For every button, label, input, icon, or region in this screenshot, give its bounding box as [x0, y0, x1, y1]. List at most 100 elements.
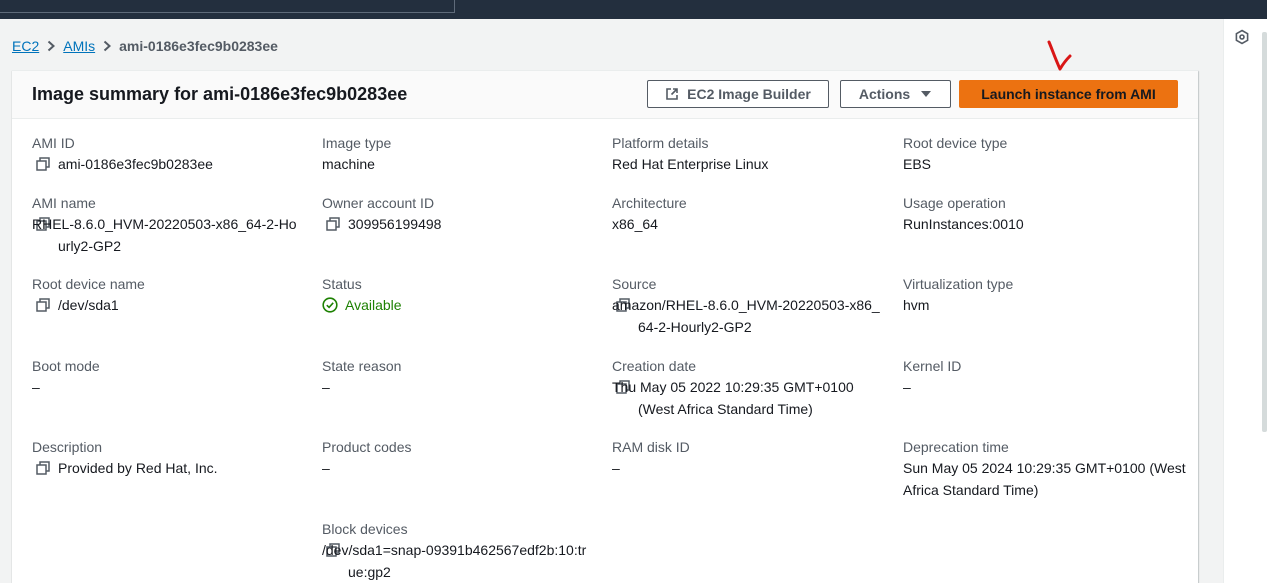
actions-dropdown[interactable]: Actions	[840, 80, 951, 108]
top-bar	[0, 0, 1267, 19]
field-usage-operation: Usage operation RunInstances:0010	[903, 193, 1173, 235]
description-value: Provided by Red Hat, Inc.	[58, 460, 218, 476]
hexagon-icon[interactable]	[1234, 29, 1250, 45]
ami-id-value: ami-0186e3fec9b0283ee	[58, 156, 213, 172]
launch-instance-label: Launch instance from AMI	[981, 86, 1156, 102]
kernel-id-label: Kernel ID	[903, 358, 962, 374]
field-platform-details: Platform details Red Hat Enterprise Linu…	[612, 133, 882, 175]
owner-account-id-value-row: 309956199498	[322, 213, 592, 235]
browser-tab-edge	[0, 0, 455, 13]
creation-date-label: Creation date	[612, 358, 697, 374]
ami-name-value-row: RHEL-8.6.0_HVM-20220503-x86_64-2-Hourly2…	[32, 213, 302, 257]
block-devices-value-row: /dev/sda1=snap-09391b462567edf2b:10:true…	[322, 539, 592, 583]
deprecation-time-value: Sun May 05 2024 10:29:35 GMT+0100 (West …	[903, 460, 1186, 498]
description-label: Description	[32, 439, 103, 455]
creation-date-value: Thu May 05 2022 10:29:35 GMT+0100 (West …	[612, 379, 854, 417]
right-tools-rail	[1223, 19, 1267, 583]
source-value: amazon/RHEL-8.6.0_HVM-20220503-x86_64-2-…	[612, 297, 880, 335]
ram-disk-id-value: –	[612, 460, 620, 476]
product-codes-label: Product codes	[322, 439, 412, 455]
virtualization-type-value: hvm	[903, 297, 930, 313]
field-kernel-id: Kernel ID –	[903, 356, 1173, 398]
root-device-type-value: EBS	[903, 156, 932, 172]
field-state-reason: State reason –	[322, 356, 592, 398]
page-title: Image summary for ami-0186e3fec9b0283ee	[32, 84, 408, 104]
root-device-name-label: Root device name	[32, 276, 145, 292]
deprecation-time-label: Deprecation time	[903, 439, 1009, 455]
field-architecture: Architecture x86_64	[612, 193, 882, 235]
status-label: Status	[322, 276, 362, 292]
ami-name-value: RHEL-8.6.0_HVM-20220503-x86_64-2-Hourly2…	[32, 216, 297, 254]
status-badge: Available	[322, 294, 592, 316]
field-ami-id: AMI ID ami-0186e3fec9b0283ee	[32, 133, 302, 175]
platform-details-value: Red Hat Enterprise Linux	[612, 156, 769, 172]
root-device-name-value: /dev/sda1	[58, 297, 119, 313]
chevron-right-icon	[39, 36, 63, 56]
breadcrumb-amis-link[interactable]: AMIs	[63, 38, 95, 54]
virtualization-type-label: Virtualization type	[903, 276, 1014, 292]
ami-id-label: AMI ID	[32, 135, 75, 151]
launch-instance-button[interactable]: Launch instance from AMI	[959, 80, 1178, 108]
copy-icon[interactable]	[326, 217, 340, 231]
ami-name-label: AMI name	[32, 195, 96, 211]
usage-operation-value: RunInstances:0010	[903, 216, 1024, 232]
scrollbar[interactable]	[1262, 32, 1267, 432]
platform-details-label: Platform details	[612, 135, 709, 151]
field-image-type: Image type machine	[322, 133, 592, 175]
field-block-devices: Block devices /dev/sda1=snap-09391b46256…	[322, 519, 592, 583]
field-creation-date: Creation date Thu May 05 2022 10:29:35 G…	[612, 356, 882, 420]
field-deprecation-time: Deprecation time Sun May 05 2024 10:29:3…	[903, 437, 1193, 501]
field-status: Status Available	[322, 274, 592, 316]
field-owner-account-id: Owner account ID 309956199498	[322, 193, 592, 235]
creation-date-value-row: Thu May 05 2022 10:29:35 GMT+0100 (West …	[612, 376, 882, 420]
breadcrumb-ec2-link[interactable]: EC2	[12, 38, 39, 54]
boot-mode-label: Boot mode	[32, 358, 100, 374]
field-boot-mode: Boot mode –	[32, 356, 302, 398]
owner-account-id-label: Owner account ID	[322, 195, 435, 211]
owner-account-id-value: 309956199498	[348, 216, 442, 232]
field-source: Source amazon/RHEL-8.6.0_HVM-20220503-x8…	[612, 274, 882, 338]
actions-label: Actions	[858, 86, 911, 102]
product-codes-value: –	[322, 460, 330, 476]
image-type-label: Image type	[322, 135, 392, 151]
field-description: Description Provided by Red Hat, Inc.	[32, 437, 302, 479]
field-root-device-type: Root device type EBS	[903, 133, 1173, 175]
external-link-icon	[666, 88, 678, 100]
ec2-image-builder-button[interactable]: EC2 Image Builder	[647, 80, 829, 108]
boot-mode-value: –	[32, 379, 40, 395]
image-summary-panel: Image summary for ami-0186e3fec9b0283ee …	[12, 70, 1198, 583]
ami-id-value-row: ami-0186e3fec9b0283ee	[32, 153, 302, 175]
field-ami-name: AMI name RHEL-8.6.0_HVM-20220503-x86_64-…	[32, 193, 302, 257]
field-root-device-name: Root device name /dev/sda1	[32, 274, 302, 316]
annotation-checkmark	[1047, 40, 1072, 71]
copy-icon[interactable]	[36, 157, 50, 171]
field-virtualization-type: Virtualization type hvm	[903, 274, 1173, 316]
ec2-image-builder-label: EC2 Image Builder	[687, 86, 811, 102]
state-reason-label: State reason	[322, 358, 402, 374]
source-label: Source	[612, 276, 657, 292]
architecture-label: Architecture	[612, 195, 687, 211]
source-value-row: amazon/RHEL-8.6.0_HVM-20220503-x86_64-2-…	[612, 294, 882, 338]
chevron-right-icon	[95, 36, 119, 56]
breadcrumb-current: ami-0186e3fec9b0283ee	[119, 38, 278, 54]
root-device-name-value-row: /dev/sda1	[32, 294, 302, 316]
panel-header: Image summary for ami-0186e3fec9b0283ee …	[12, 71, 1198, 119]
check-circle-icon	[322, 297, 338, 313]
copy-icon[interactable]	[36, 461, 50, 475]
field-ram-disk-id: RAM disk ID –	[612, 437, 882, 479]
root-device-type-label: Root device type	[903, 135, 1008, 151]
caret-down-icon	[921, 91, 932, 97]
architecture-value: x86_64	[612, 216, 658, 232]
block-devices-label: Block devices	[322, 521, 408, 537]
state-reason-value: –	[322, 379, 330, 395]
copy-icon[interactable]	[36, 298, 50, 312]
description-value-row: Provided by Red Hat, Inc.	[32, 457, 302, 479]
kernel-id-value: –	[903, 379, 911, 395]
usage-operation-label: Usage operation	[903, 195, 1006, 211]
image-type-value: machine	[322, 156, 375, 172]
field-product-codes: Product codes –	[322, 437, 592, 479]
breadcrumb: EC2 AMIs ami-0186e3fec9b0283ee	[12, 36, 278, 56]
block-devices-value: /dev/sda1=snap-09391b462567edf2b:10:true…	[322, 542, 587, 580]
ram-disk-id-label: RAM disk ID	[612, 439, 690, 455]
status-value: Available	[345, 297, 402, 313]
